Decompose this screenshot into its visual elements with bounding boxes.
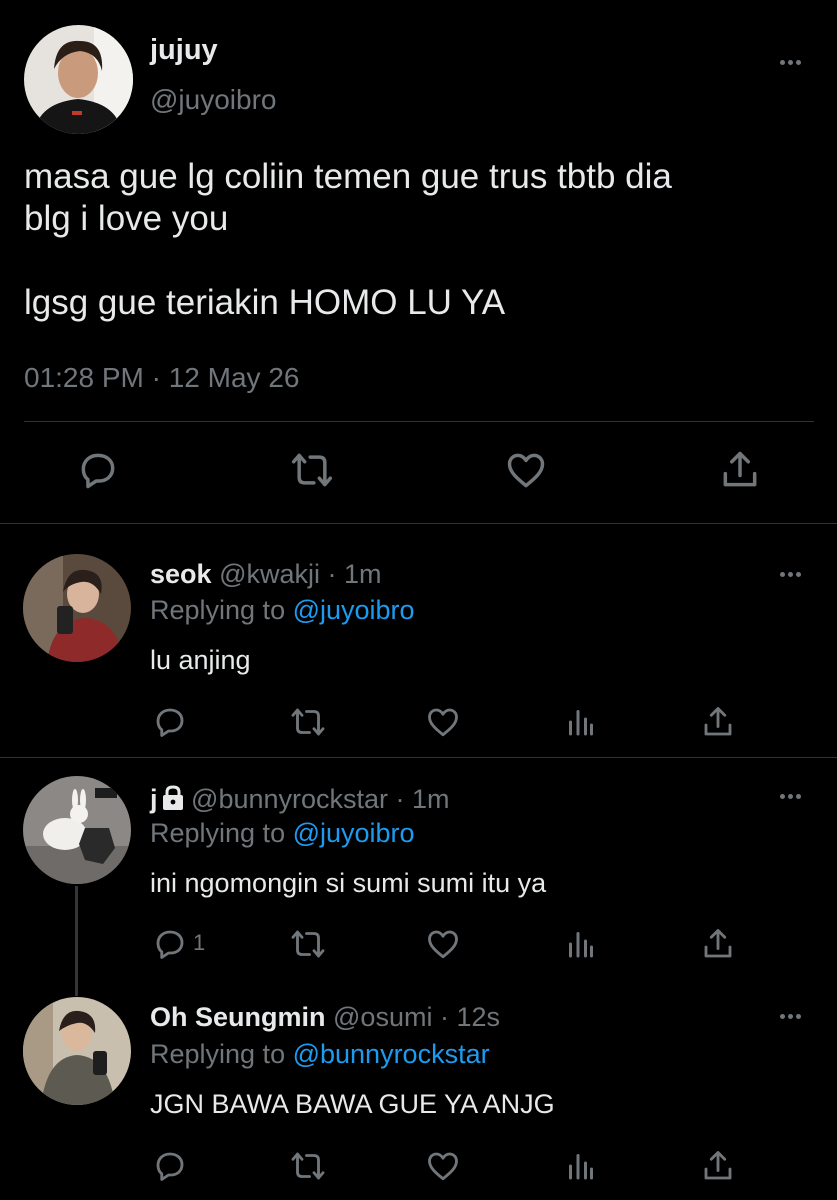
share-icon[interactable] — [700, 704, 736, 740]
avatar[interactable] — [23, 554, 131, 662]
author-handle[interactable]: @bunnyrockstar — [191, 784, 388, 814]
retweet-icon[interactable] — [290, 448, 334, 492]
reply-icon[interactable] — [152, 704, 188, 740]
replying-label: Replying to — [150, 1039, 293, 1069]
reply-icon[interactable] — [76, 448, 120, 492]
avatar[interactable] — [24, 25, 133, 134]
reply-tweet: seok @kwakji · 1m Replying to @juyoibro … — [0, 524, 837, 759]
like-icon[interactable] — [425, 704, 461, 740]
replying-label: Replying to — [150, 818, 293, 848]
author-name[interactable]: Oh Seungmin — [150, 1002, 326, 1032]
reply-icon[interactable] — [152, 926, 188, 962]
replying-to: Replying to @juyoibro — [150, 595, 415, 626]
divider — [24, 421, 814, 422]
replying-to: Replying to @juyoibro — [150, 818, 415, 849]
reply-actions — [0, 1148, 837, 1188]
more-options-icon[interactable] — [780, 60, 801, 65]
author-handle[interactable]: @juyoibro — [150, 84, 276, 116]
like-icon[interactable] — [425, 926, 461, 962]
reply-tweet: j @bunnyrockstar · 1m Replying to @juyoi… — [0, 760, 837, 996]
reply-count: 1 — [193, 930, 206, 955]
mention-link[interactable]: @juyoibro — [293, 595, 415, 625]
more-options-icon[interactable] — [780, 1014, 801, 1019]
reply-text: lu anjing — [150, 645, 251, 675]
retweet-icon[interactable] — [290, 926, 326, 962]
more-options-icon[interactable] — [780, 572, 801, 577]
author-name[interactable]: seok — [150, 559, 212, 589]
reply-tweet: Oh Seungmin @osumi · 12s Replying to @bu… — [0, 990, 837, 1200]
tweet-text: masa gue lg coliin temen gue trus tbtb d… — [24, 157, 672, 322]
reply-icon[interactable] — [152, 1148, 188, 1184]
share-icon[interactable] — [700, 926, 736, 962]
tweet-actions — [0, 448, 837, 500]
lock-icon — [162, 785, 184, 811]
analytics-icon[interactable] — [563, 926, 599, 962]
author-handle[interactable]: @osumi — [333, 1002, 432, 1032]
mention-link[interactable]: @juyoibro — [293, 818, 415, 848]
reply-time[interactable]: · 1m — [396, 784, 450, 814]
more-options-icon[interactable] — [780, 794, 801, 799]
retweet-icon[interactable] — [290, 1148, 326, 1184]
analytics-icon[interactable] — [563, 704, 599, 740]
tweet-detail-page: jujuy @juyoibro masa gue lg coliin temen… — [0, 0, 837, 1200]
avatar[interactable] — [23, 776, 131, 884]
retweet-icon[interactable] — [290, 704, 326, 740]
tweet-timestamp[interactable]: 01:28 PM · 12 May 26 — [24, 362, 299, 394]
share-icon[interactable] — [700, 1148, 736, 1184]
author-handle[interactable]: @kwakji — [219, 559, 320, 589]
author-name[interactable]: jujuy — [150, 34, 218, 67]
share-icon[interactable] — [718, 448, 762, 492]
reply-time[interactable]: · 1m — [328, 559, 382, 589]
reply-actions — [0, 704, 837, 744]
mention-link[interactable]: @bunnyrockstar — [293, 1039, 490, 1069]
reply-header: j @bunnyrockstar · 1m — [150, 784, 450, 815]
main-tweet: jujuy @juyoibro masa gue lg coliin temen… — [0, 0, 837, 524]
author-name[interactable]: j — [150, 784, 158, 814]
reply-time[interactable]: · 12s — [440, 1002, 500, 1032]
like-icon[interactable] — [504, 448, 548, 492]
reply-actions: 1 — [0, 926, 837, 966]
reply-header: seok @kwakji · 1m — [150, 559, 382, 590]
replying-label: Replying to — [150, 595, 293, 625]
reply-text: JGN BAWA BAWA GUE YA ANJG — [150, 1089, 555, 1119]
reply-text: ini ngomongin si sumi sumi itu ya — [150, 868, 547, 898]
reply-header: Oh Seungmin @osumi · 12s — [150, 1002, 500, 1033]
analytics-icon[interactable] — [563, 1148, 599, 1184]
avatar[interactable] — [23, 997, 131, 1105]
like-icon[interactable] — [425, 1148, 461, 1184]
replying-to: Replying to @bunnyrockstar — [150, 1039, 490, 1070]
divider — [0, 757, 837, 758]
